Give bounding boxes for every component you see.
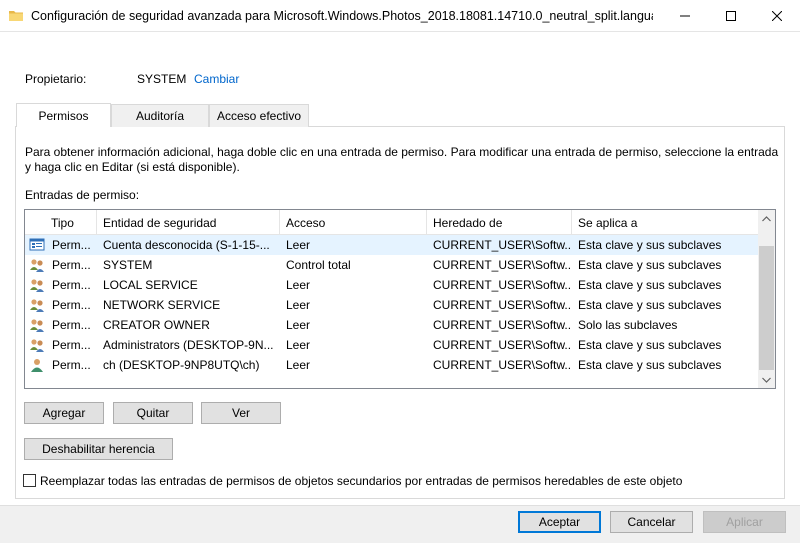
column-header-inherited[interactable]: Heredado de [427, 210, 572, 235]
cancel-button[interactable]: Cancelar [610, 511, 693, 533]
accept-button[interactable]: Aceptar [518, 511, 601, 533]
group-users-icon [30, 259, 44, 272]
maximize-icon [726, 11, 736, 21]
entries-label: Entradas de permiso: [25, 188, 140, 202]
remove-button[interactable]: Quitar [113, 402, 193, 424]
minimize-icon [680, 15, 690, 17]
permission-entries-list[interactable]: Tipo Entidad de seguridad Acceso Heredad… [24, 209, 776, 389]
view-button[interactable]: Ver [201, 402, 281, 424]
group-users-icon [30, 279, 44, 292]
window-title: Configuración de seguridad avanzada para… [31, 9, 653, 23]
table-row[interactable]: Perm... Cuenta desconocida (S-1-15-... L… [25, 235, 758, 255]
apply-button[interactable]: Aplicar [703, 511, 786, 533]
tab-permissions[interactable]: Permisos [16, 103, 111, 127]
maximize-button[interactable] [708, 0, 754, 32]
replace-child-permissions-label[interactable]: Reemplazar todas las entradas de permiso… [40, 474, 682, 488]
group-users-icon [30, 339, 44, 352]
info-text: Para obtener información adicional, haga… [25, 145, 779, 174]
scroll-up-button[interactable] [758, 210, 775, 227]
column-header-access[interactable]: Acceso [280, 210, 427, 235]
table-row[interactable]: Perm... NETWORK SERVICE Leer CURRENT_USE… [25, 295, 758, 315]
tab-label: Auditoría [135, 109, 185, 123]
title-bar: Configuración de seguridad avanzada para… [0, 0, 800, 32]
tab-label: Permisos [38, 108, 89, 123]
tab-effective-access[interactable]: Acceso efectivo [209, 104, 309, 127]
unknown-account-icon [29, 238, 45, 251]
scroll-down-button[interactable] [758, 371, 775, 388]
chevron-up-icon [762, 215, 771, 221]
column-header-principal[interactable]: Entidad de seguridad [97, 210, 280, 235]
list-header: Tipo Entidad de seguridad Acceso Heredad… [25, 210, 758, 235]
minimize-button[interactable] [662, 0, 708, 32]
add-button[interactable]: Agregar [24, 402, 104, 424]
chevron-down-icon [762, 377, 771, 383]
table-row[interactable]: Perm... CREATOR OWNER Leer CURRENT_USER\… [25, 315, 758, 335]
tab-auditing[interactable]: Auditoría [111, 104, 209, 127]
group-users-icon [30, 319, 44, 332]
close-icon [772, 11, 782, 21]
vertical-scrollbar[interactable] [758, 210, 775, 388]
replace-child-permissions-checkbox[interactable] [23, 474, 36, 487]
owner-value: SYSTEM [137, 72, 187, 86]
column-header-type[interactable]: Tipo [45, 210, 97, 235]
table-row[interactable]: Perm... SYSTEM Control total CURRENT_USE… [25, 255, 758, 275]
close-button[interactable] [754, 0, 800, 32]
column-header-applies-to[interactable]: Se aplica a [572, 210, 758, 235]
group-users-icon [30, 299, 44, 312]
disable-inheritance-button[interactable]: Deshabilitar herencia [24, 438, 173, 460]
tab-label: Acceso efectivo [216, 109, 302, 123]
user-icon [31, 359, 43, 372]
owner-label: Propietario: [25, 72, 87, 86]
folder-icon [9, 11, 23, 21]
table-row[interactable]: Perm... LOCAL SERVICE Leer CURRENT_USER\… [25, 275, 758, 295]
table-row[interactable]: Perm... Administrators (DESKTOP-9N... Le… [25, 335, 758, 355]
scrollbar-thumb[interactable] [759, 246, 774, 370]
change-owner-link[interactable]: Cambiar [194, 72, 239, 86]
table-row[interactable]: Perm... ch (DESKTOP-9NP8UTQ\ch) Leer CUR… [25, 355, 758, 375]
